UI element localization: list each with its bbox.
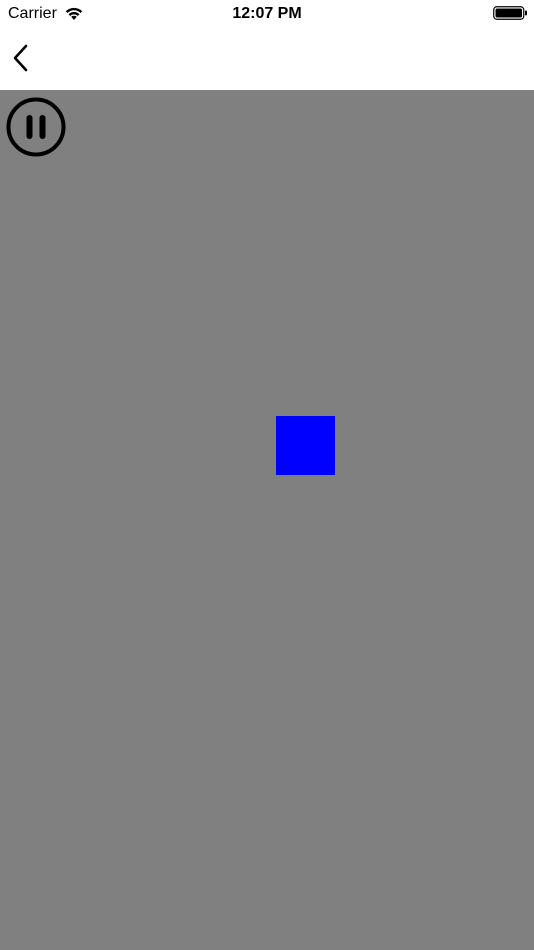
app-screen: Carrier 12:07 PM <box>0 0 534 950</box>
pause-circle-icon <box>6 97 66 157</box>
status-bar: Carrier 12:07 PM <box>0 0 534 28</box>
pause-button[interactable] <box>6 97 66 157</box>
clock-time: 12:07 PM <box>232 5 302 22</box>
chevron-left-icon <box>13 44 28 72</box>
game-area[interactable] <box>0 90 534 950</box>
battery-icon <box>493 6 527 20</box>
back-button[interactable] <box>6 40 36 76</box>
navigation-bar <box>0 28 534 90</box>
blue-square <box>276 416 335 475</box>
